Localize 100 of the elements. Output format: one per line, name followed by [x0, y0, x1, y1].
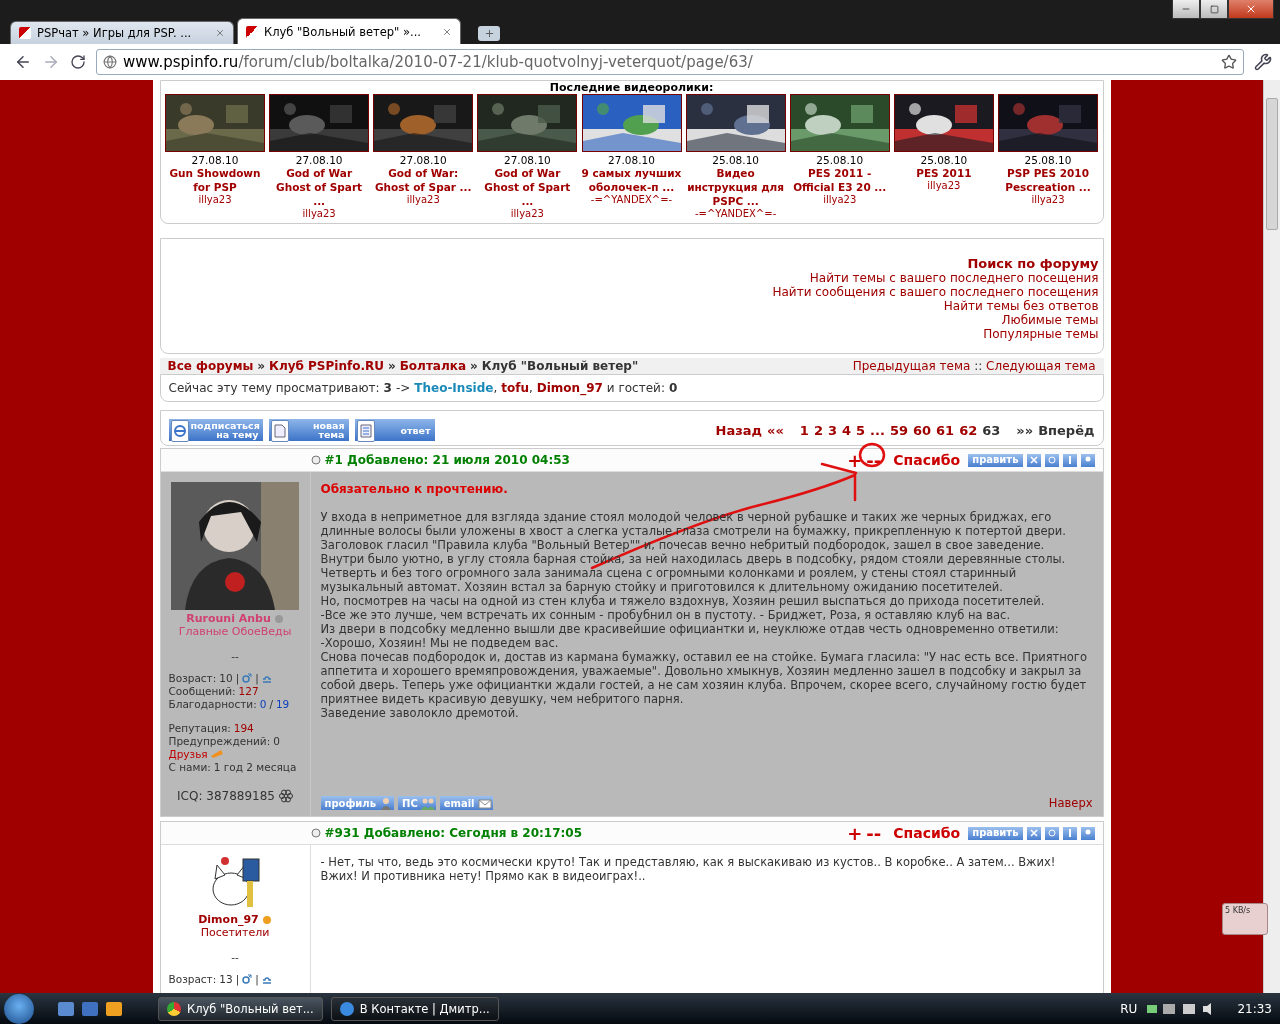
- browser-tab[interactable]: PSPчат » Игры для PSP. ...: [10, 21, 234, 44]
- video-title[interactable]: 9 самых лучших оболочек-п ...: [581, 166, 682, 194]
- start-button[interactable]: [4, 993, 34, 1024]
- search-link[interactable]: Популярные темы: [983, 327, 1099, 341]
- forward-icon[interactable]: [42, 53, 60, 71]
- video-author[interactable]: illya23: [302, 208, 336, 219]
- next-link[interactable]: »»: [1016, 422, 1034, 438]
- forward-link[interactable]: Вперёд: [1038, 422, 1095, 438]
- window-icon[interactable]: [82, 1001, 98, 1016]
- stat-value: 1 год 2 месяца: [213, 761, 297, 773]
- subscribe-button[interactable]: подписаться на тему: [168, 419, 263, 441]
- person-icon[interactable]: [1080, 826, 1095, 840]
- page-link[interactable]: ...: [870, 422, 885, 438]
- video-title[interactable]: PES 2011: [916, 166, 972, 180]
- breadcrumb-link[interactable]: Болталка: [399, 359, 466, 373]
- video-author[interactable]: -=^YANDEX^=-: [695, 208, 777, 219]
- video-author[interactable]: illya23: [1031, 194, 1065, 205]
- zodiac-icon: [261, 974, 272, 984]
- video-author[interactable]: illya23: [927, 180, 961, 191]
- person-icon[interactable]: [1080, 453, 1095, 467]
- language-indicator[interactable]: RU: [1120, 1001, 1138, 1016]
- media-icon[interactable]: [106, 1001, 122, 1016]
- wrench-icon[interactable]: [1254, 53, 1272, 71]
- address-bar[interactable]: www.pspinfo.ru/forum/club/boltalka/2010-07-21/klub-quotvolnyj-veterquot/page/63/: [96, 49, 1244, 75]
- viewer-link[interactable]: tofu: [501, 381, 529, 395]
- minus-link[interactable]: --: [866, 822, 882, 844]
- page-link[interactable]: 62: [959, 422, 978, 438]
- author-name[interactable]: Dimon_97: [198, 913, 272, 926]
- stat-value: 194: [233, 722, 254, 734]
- taskbar-button[interactable]: В Контакте | Дмитр...: [330, 996, 499, 1021]
- exclamation-icon[interactable]: [1062, 453, 1077, 467]
- desktop-icon[interactable]: [58, 1001, 74, 1016]
- close-icon[interactable]: [1026, 826, 1041, 840]
- reload-icon[interactable]: [70, 54, 86, 70]
- search-link[interactable]: Найти темы с вашего последнего посещения: [809, 271, 1099, 285]
- maximize-icon[interactable]: [1200, 0, 1228, 19]
- breadcrumb-link[interactable]: Клуб "Вольный ветер": [481, 359, 639, 373]
- page-link[interactable]: 3: [827, 422, 837, 438]
- top-link[interactable]: Наверх: [1048, 796, 1093, 810]
- video-author[interactable]: illya23: [823, 194, 857, 205]
- next-topic-link[interactable]: Следующая тема: [986, 359, 1096, 373]
- video-title[interactable]: God of War Ghost of Spart ...: [476, 166, 578, 208]
- thanks-link[interactable]: Спасибо: [893, 452, 961, 468]
- stat-value[interactable]: 19: [275, 698, 290, 710]
- video-author[interactable]: -=^YANDEX^=-: [590, 194, 673, 205]
- search-link[interactable]: Любимые темы: [1001, 313, 1099, 327]
- post-number[interactable]: #1 Добавлено: 21 июля 2010 04:53: [324, 453, 844, 467]
- page-link[interactable]: 61: [936, 422, 955, 438]
- post-number[interactable]: #931 Добавлено: Сегодня в 20:17:05: [324, 826, 844, 840]
- plus-link[interactable]: +: [847, 822, 863, 844]
- page-link[interactable]: 2: [813, 422, 823, 438]
- close-icon[interactable]: [215, 28, 225, 38]
- video-author[interactable]: illya23: [406, 194, 440, 205]
- thanks-link[interactable]: Спасибо: [893, 825, 961, 841]
- video-author[interactable]: illya23: [198, 194, 232, 205]
- page-link[interactable]: 1: [799, 422, 809, 438]
- minimize-icon[interactable]: [1172, 0, 1200, 19]
- previous-topic-link[interactable]: Предыдущая тема: [852, 359, 971, 373]
- page-link[interactable]: 60: [913, 422, 932, 438]
- search-link[interactable]: Найти темы без ответов: [943, 299, 1099, 313]
- breadcrumb-link[interactable]: Клуб PSPinfo.RU: [269, 359, 384, 373]
- close-icon[interactable]: [1026, 453, 1041, 467]
- viewers-count: 3: [383, 381, 392, 395]
- stat-label: Возраст:: [168, 672, 217, 684]
- new-tab-button[interactable]: [478, 26, 500, 41]
- page-link[interactable]: 63: [982, 422, 1001, 438]
- clock[interactable]: 21:33: [1237, 1001, 1272, 1016]
- page-link[interactable]: 5: [856, 422, 866, 438]
- browser-tab[interactable]: Клуб "Вольный ветер" »...: [237, 18, 461, 44]
- minus-link[interactable]: --: [866, 449, 882, 471]
- stat-value: 0: [273, 735, 280, 747]
- search-link[interactable]: Найти сообщения с вашего последнего посещения: [772, 285, 1099, 299]
- back-icon[interactable]: [14, 53, 32, 71]
- video-title[interactable]: Видео инструкция для PSPC ...: [685, 166, 787, 208]
- stat-value[interactable]: 0: [259, 698, 267, 710]
- star-icon[interactable]: [1221, 54, 1237, 70]
- back-link[interactable]: Назад: [715, 422, 763, 438]
- video-author[interactable]: illya23: [510, 208, 544, 219]
- exclamation-icon[interactable]: [1062, 826, 1077, 840]
- video-title[interactable]: God of War: Ghost of Spar ...: [372, 166, 474, 194]
- close-icon[interactable]: [1228, 0, 1274, 19]
- video-date: 25.08.10: [920, 154, 968, 166]
- close-icon[interactable]: [442, 26, 452, 37]
- video-title[interactable]: Gun Showdown for PSP: [164, 166, 266, 194]
- new-button[interactable]: новая тема: [268, 419, 349, 441]
- breadcrumb-separator: »: [387, 359, 396, 373]
- prev-link[interactable]: ««: [767, 422, 784, 438]
- plus-link[interactable]: +: [847, 449, 863, 471]
- viewer-link[interactable]: Dimon_97: [536, 381, 603, 395]
- video-title[interactable]: PES 2011 - Official E3 20 ...: [789, 166, 891, 194]
- video-title[interactable]: God of War Ghost of Spart ...: [268, 166, 370, 208]
- search-title[interactable]: Поиск по форуму: [967, 257, 1099, 271]
- breadcrumb-link[interactable]: Все форумы: [167, 359, 254, 373]
- page-link[interactable]: 4: [841, 422, 851, 438]
- page-link[interactable]: 59: [889, 422, 908, 438]
- taskbar-button[interactable]: Клуб "Вольный вет...: [158, 996, 323, 1021]
- scrollbar[interactable]: [1263, 80, 1280, 993]
- post-paragraph: Но, посмотрев на часы на одной из стен клуба и тяжело вздохнув, Хозяин решил выспаться до прихода посетителей.: [320, 594, 1046, 608]
- person-icon: [379, 796, 393, 810]
- video-title[interactable]: PSP PES 2010 Pescreation ...: [997, 166, 1099, 194]
